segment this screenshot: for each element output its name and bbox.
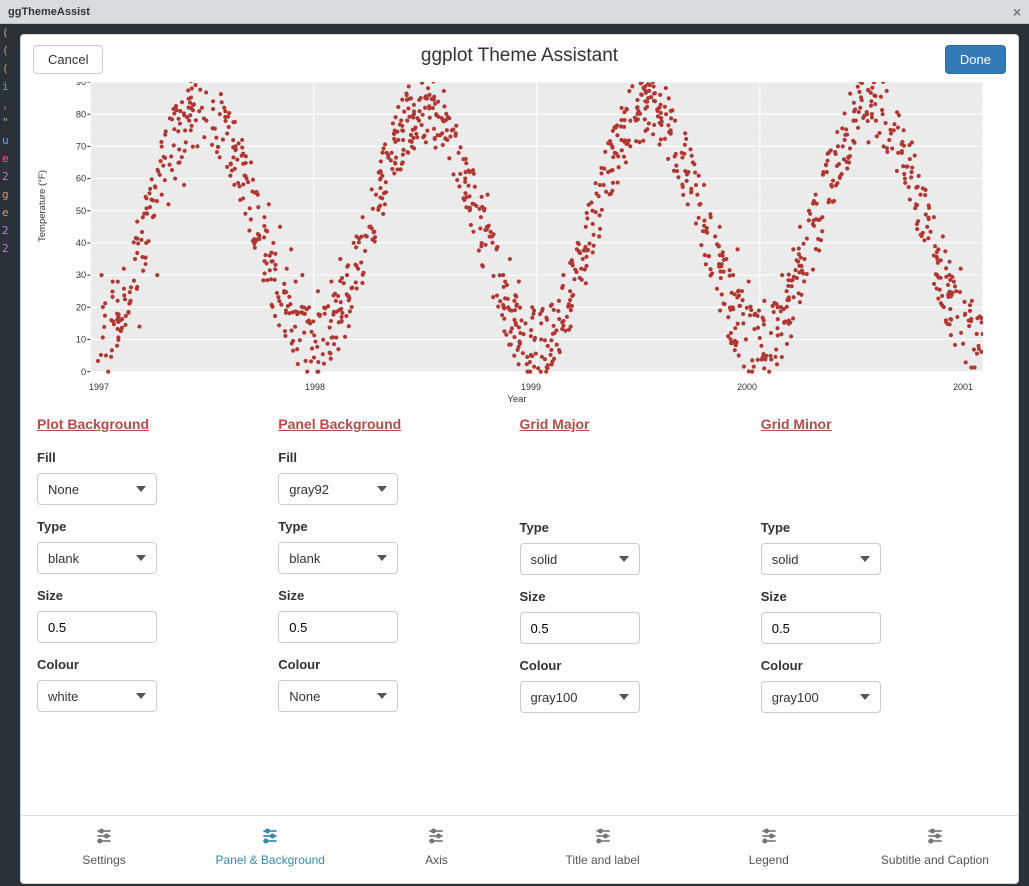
label-plotbg-size: Size xyxy=(37,588,248,603)
chevron-down-icon xyxy=(136,486,146,492)
window-title: ggThemeAssist xyxy=(8,6,90,18)
tab-title-and-label[interactable]: Title and label xyxy=(520,826,686,867)
select-gridmin-colour[interactable]: gray100 xyxy=(761,681,881,713)
svg-text:10: 10 xyxy=(76,335,86,345)
tab-subtitle-and-caption[interactable]: Subtitle and Caption xyxy=(852,826,1018,867)
column-gridmaj: Grid Major Type solid Size Colour gray100 xyxy=(520,416,761,805)
chevron-down-icon xyxy=(377,555,387,561)
code-editor-background: )((( i," u e2 ge 22 xyxy=(0,0,20,886)
input-plotbg-size[interactable] xyxy=(37,611,157,643)
sliders-icon xyxy=(759,826,779,849)
col-header-gridmin[interactable]: Grid Minor xyxy=(761,416,832,432)
sliders-icon xyxy=(94,826,114,849)
sliders-icon xyxy=(593,826,613,849)
chevron-down-icon xyxy=(619,556,629,562)
page-title: ggplot Theme Assistant xyxy=(421,45,618,67)
label-gridmaj-type: Type xyxy=(520,520,731,535)
chart-xticks: 19971998199920002001 xyxy=(51,382,983,392)
select-panelbg-fill[interactable]: gray92 xyxy=(278,473,398,505)
chevron-down-icon xyxy=(377,486,387,492)
scatter-plot: 0 10 20 30 40 50 60 70 80 90 xyxy=(51,82,983,382)
label-panelbg-fill: Fill xyxy=(278,450,489,465)
column-panelbg: Panel Background Fill gray92 Type blank Size C… xyxy=(278,416,519,805)
tab-settings[interactable]: Settings xyxy=(21,826,187,867)
label-gridmin-colour: Colour xyxy=(761,658,972,673)
svg-text:0: 0 xyxy=(81,367,86,377)
svg-text:60: 60 xyxy=(76,174,86,184)
controls-grid: Plot Background Fill None Type blank Size Colo… xyxy=(21,402,1018,815)
main-panel: Cancel ggplot Theme Assistant Done Tempe… xyxy=(20,34,1019,884)
input-panelbg-size[interactable] xyxy=(278,611,398,643)
window-titlebar: ggThemeAssist × xyxy=(0,0,1029,24)
select-gridmin-type[interactable]: solid xyxy=(761,543,881,575)
label-plotbg-fill: Fill xyxy=(37,450,248,465)
label-panelbg-size: Size xyxy=(278,588,489,603)
chevron-down-icon xyxy=(619,694,629,700)
sliders-icon xyxy=(925,826,945,849)
col-header-gridmaj[interactable]: Grid Major xyxy=(520,416,590,432)
chevron-down-icon xyxy=(136,693,146,699)
sliders-icon xyxy=(260,826,280,849)
select-panelbg-colour[interactable]: None xyxy=(278,680,398,712)
text-input-gridmin-size[interactable] xyxy=(772,621,870,636)
svg-text:70: 70 xyxy=(76,141,86,151)
label-gridmaj-size: Size xyxy=(520,589,731,604)
label-plotbg-type: Type xyxy=(37,519,248,534)
tab-panel-background[interactable]: Panel & Background xyxy=(187,826,353,867)
tab-axis[interactable]: Axis xyxy=(353,826,519,867)
select-panelbg-type[interactable]: blank xyxy=(278,542,398,574)
input-gridmaj-size[interactable] xyxy=(520,612,640,644)
chevron-down-icon xyxy=(860,556,870,562)
chart-area: Temperature (°F) 0 10 20 30 40 50 60 70 80 90 199… xyxy=(21,77,1018,402)
svg-text:30: 30 xyxy=(76,270,86,280)
label-plotbg-colour: Colour xyxy=(37,657,248,672)
label-panelbg-colour: Colour xyxy=(278,657,489,672)
panel-header: Cancel ggplot Theme Assistant Done xyxy=(21,35,1018,77)
select-plotbg-type[interactable]: blank xyxy=(37,542,157,574)
select-gridmaj-colour[interactable]: gray100 xyxy=(520,681,640,713)
cancel-button[interactable]: Cancel xyxy=(33,45,103,74)
label-gridmin-type: Type xyxy=(761,520,972,535)
svg-text:20: 20 xyxy=(76,302,86,312)
col-header-panelbg[interactable]: Panel Background xyxy=(278,416,401,432)
done-button[interactable]: Done xyxy=(945,45,1006,74)
label-panelbg-type: Type xyxy=(278,519,489,534)
svg-text:80: 80 xyxy=(76,109,86,119)
text-input-plotbg-size[interactable] xyxy=(48,620,146,635)
close-icon[interactable]: × xyxy=(1013,4,1021,20)
chart-ylabel: Temperature (°F) xyxy=(37,170,48,242)
col-header-plotbg[interactable]: Plot Background xyxy=(37,416,149,432)
tab-legend[interactable]: Legend xyxy=(686,826,852,867)
chevron-down-icon xyxy=(860,694,870,700)
svg-text:40: 40 xyxy=(76,238,86,248)
select-plotbg-colour[interactable]: white xyxy=(37,680,157,712)
chevron-down-icon xyxy=(136,555,146,561)
chevron-down-icon xyxy=(377,693,387,699)
column-gridmin: Grid Minor Type solid Size Colour gray100 xyxy=(761,416,1002,805)
column-plotbg: Plot Background Fill None Type blank Size Colo… xyxy=(37,416,278,805)
label-gridmaj-colour: Colour xyxy=(520,658,731,673)
label-gridmin-size: Size xyxy=(761,589,972,604)
text-input-panelbg-size[interactable] xyxy=(289,620,387,635)
input-gridmin-size[interactable] xyxy=(761,612,881,644)
text-input-gridmaj-size[interactable] xyxy=(531,621,629,636)
chart-xlabel: Year xyxy=(51,394,983,405)
select-plotbg-fill[interactable]: None xyxy=(37,473,157,505)
sliders-icon xyxy=(426,826,446,849)
bottom-tabs: SettingsPanel & BackgroundAxisTitle and … xyxy=(21,815,1018,883)
select-gridmaj-type[interactable]: solid xyxy=(520,543,640,575)
svg-text:50: 50 xyxy=(76,206,86,216)
svg-text:90: 90 xyxy=(76,82,86,87)
